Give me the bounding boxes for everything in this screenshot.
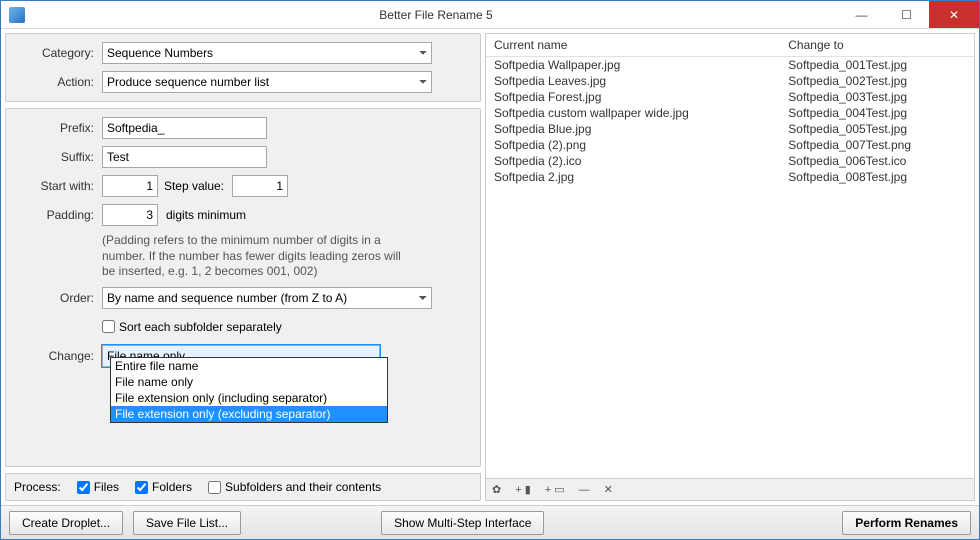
suffix-input[interactable] [102, 146, 267, 168]
cell-changeto: Softpedia_004Test.jpg [780, 105, 974, 121]
save-list-button[interactable]: Save File List... [133, 511, 241, 535]
cell-changeto: Softpedia_001Test.jpg [780, 57, 974, 74]
remove-icon[interactable]: — [579, 484, 590, 496]
perform-renames-button[interactable]: Perform Renames [842, 511, 971, 535]
cell-changeto: Softpedia_006Test.ico [780, 153, 974, 169]
suffix-label: Suffix: [14, 150, 102, 164]
padding-help: (Padding refers to the minimum number of… [102, 233, 412, 280]
cell-current: Softpedia Wallpaper.jpg [486, 57, 780, 74]
process-folders-checkbox[interactable]: Folders [135, 480, 192, 494]
order-select[interactable]: By name and sequence number (from Z to A… [102, 287, 432, 309]
table-row[interactable]: Softpedia (2).icoSoftpedia_006Test.ico [486, 153, 974, 169]
cell-changeto: Softpedia_005Test.jpg [780, 121, 974, 137]
action-select[interactable]: Produce sequence number list [102, 71, 432, 93]
table-row[interactable]: Softpedia custom wallpaper wide.jpgSoftp… [486, 105, 974, 121]
cell-changeto: Softpedia_002Test.jpg [780, 73, 974, 89]
clear-icon[interactable]: ✕ [604, 483, 613, 496]
table-row[interactable]: Softpedia Leaves.jpgSoftpedia_002Test.jp… [486, 73, 974, 89]
change-option[interactable]: File extension only (excluding separator… [111, 406, 387, 422]
change-option[interactable]: File name only [111, 374, 387, 390]
change-dropdown-list[interactable]: Entire file name File name only File ext… [110, 357, 388, 423]
table-row[interactable]: Softpedia (2).pngSoftpedia_007Test.png [486, 137, 974, 153]
process-files-checkbox[interactable]: Files [77, 480, 119, 494]
close-button[interactable]: ✕ [929, 1, 979, 28]
cell-current: Softpedia (2).png [486, 137, 780, 153]
window-title: Better File Rename 5 [33, 8, 839, 22]
prefix-label: Prefix: [14, 121, 102, 135]
add-file-icon[interactable]: + ▮ [515, 483, 531, 496]
step-label: Step value: [158, 179, 232, 193]
table-row[interactable]: Softpedia Forest.jpgSoftpedia_003Test.jp… [486, 89, 974, 105]
step-input[interactable] [232, 175, 288, 197]
sort-subfolder-checkbox[interactable]: Sort each subfolder separately [102, 320, 282, 334]
bottom-bar: Create Droplet... Save File List... Show… [1, 505, 979, 539]
app-icon [9, 7, 25, 23]
order-label: Order: [14, 291, 102, 305]
start-input[interactable] [102, 175, 158, 197]
category-label: Category: [14, 46, 102, 60]
cell-current: Softpedia (2).ico [486, 153, 780, 169]
category-group: Category: Sequence Numbers Action: Produ… [5, 33, 481, 102]
cell-current: Softpedia Blue.jpg [486, 121, 780, 137]
titlebar: Better File Rename 5 — ☐ ✕ [1, 1, 979, 29]
table-row[interactable]: Softpedia 2.jpgSoftpedia_008Test.jpg [486, 169, 974, 185]
start-label: Start with: [14, 179, 102, 193]
minimize-button[interactable]: — [839, 1, 884, 28]
action-label: Action: [14, 75, 102, 89]
cell-current: Softpedia 2.jpg [486, 169, 780, 185]
gear-icon[interactable]: ✿ [492, 483, 501, 496]
cell-current: Softpedia Leaves.jpg [486, 73, 780, 89]
file-toolbar: ✿ + ▮ + ▭ — ✕ [485, 479, 975, 501]
cell-changeto: Softpedia_007Test.png [780, 137, 974, 153]
maximize-button[interactable]: ☐ [884, 1, 929, 28]
process-label: Process: [14, 480, 61, 494]
change-label: Change: [14, 349, 102, 363]
multistep-button[interactable]: Show Multi-Step Interface [381, 511, 544, 535]
change-option[interactable]: Entire file name [111, 358, 387, 374]
process-bar: Process: Files Folders Subfolders and th… [5, 473, 481, 501]
create-droplet-button[interactable]: Create Droplet... [9, 511, 123, 535]
table-row[interactable]: Softpedia Blue.jpgSoftpedia_005Test.jpg [486, 121, 974, 137]
cell-current: Softpedia Forest.jpg [486, 89, 780, 105]
category-select[interactable]: Sequence Numbers [102, 42, 432, 64]
table-row[interactable]: Softpedia Wallpaper.jpgSoftpedia_001Test… [486, 57, 974, 74]
col-current[interactable]: Current name [486, 34, 780, 57]
cell-changeto: Softpedia_003Test.jpg [780, 89, 974, 105]
options-group: Prefix: Suffix: Start with: Step value: … [5, 108, 481, 467]
padding-label: Padding: [14, 208, 102, 222]
cell-changeto: Softpedia_008Test.jpg [780, 169, 974, 185]
change-option[interactable]: File extension only (including separator… [111, 390, 387, 406]
prefix-input[interactable] [102, 117, 267, 139]
add-folder-icon[interactable]: + ▭ [545, 483, 565, 496]
process-subfolders-checkbox[interactable]: Subfolders and their contents [208, 480, 381, 494]
col-changeto[interactable]: Change to [780, 34, 974, 57]
file-list[interactable]: Current name Change to Softpedia Wallpap… [485, 33, 975, 479]
padding-suffix: digits minimum [158, 208, 246, 222]
padding-input[interactable] [102, 204, 158, 226]
cell-current: Softpedia custom wallpaper wide.jpg [486, 105, 780, 121]
